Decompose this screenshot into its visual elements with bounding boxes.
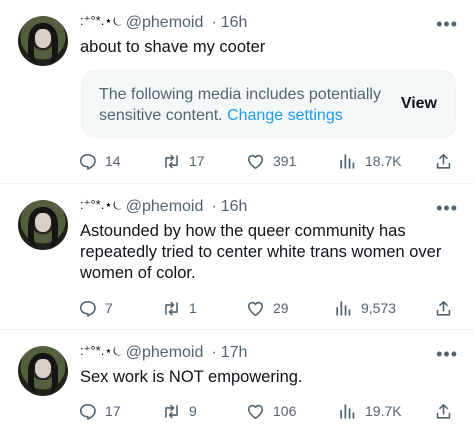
separator: · [211, 344, 217, 361]
action-bar: 17 9 106 19.7K [78, 400, 458, 422]
views-count: 9,573 [361, 300, 397, 316]
timeline: :⁺°*.⋆⏾ @phemoid · 16h ••• about to shav… [0, 0, 474, 437]
separator: · [211, 14, 217, 31]
reply-count: 17 [105, 403, 121, 419]
views-icon [340, 153, 355, 169]
view-button[interactable]: View [401, 95, 437, 113]
reply-icon [79, 403, 96, 420]
views-button[interactable]: 9,573 [334, 297, 396, 319]
user-handle[interactable]: @phemoid [126, 344, 204, 362]
retweet-count: 9 [189, 403, 197, 419]
share-button[interactable] [434, 297, 461, 319]
reply-count: 7 [105, 300, 113, 316]
sensitive-media-message: The following media includes potentially… [99, 84, 389, 126]
more-icon[interactable]: ••• [436, 344, 458, 365]
change-settings-link[interactable]: Change settings [227, 107, 343, 124]
user-handle[interactable]: @phemoid [126, 198, 204, 216]
like-button[interactable]: 391 [246, 150, 296, 172]
separator: · [211, 198, 217, 215]
action-bar: 14 17 391 18.7K [78, 150, 458, 172]
like-count: 29 [273, 300, 289, 316]
reply-button[interactable]: 17 [78, 400, 121, 422]
like-button[interactable]: 106 [246, 400, 296, 422]
heart-icon [247, 404, 264, 419]
display-name[interactable]: :⁺°*.⋆⏾ [80, 197, 123, 213]
action-bar: 7 1 29 9,573 [78, 297, 458, 319]
views-icon [336, 300, 351, 316]
retweet-icon [165, 154, 178, 168]
display-name[interactable]: :⁺°*.⋆⏾ [80, 343, 123, 359]
share-button[interactable] [434, 400, 461, 422]
views-count: 18.7K [365, 153, 402, 169]
retweet-button[interactable]: 9 [162, 400, 197, 422]
retweet-button[interactable]: 1 [162, 297, 197, 319]
reply-button[interactable]: 7 [78, 297, 113, 319]
like-button[interactable]: 29 [246, 297, 289, 319]
share-icon [436, 153, 451, 169]
avatar[interactable] [18, 16, 68, 66]
tweet[interactable]: :⁺°*.⋆⏾ @phemoid · 16h ••• about to shav… [0, 0, 474, 184]
tweet[interactable]: :⁺°*.⋆⏾ @phemoid · 16h ••• Astounded by … [0, 184, 474, 330]
avatar[interactable] [18, 200, 68, 250]
views-button[interactable]: 18.7K [338, 150, 402, 172]
like-count: 391 [273, 153, 297, 169]
retweet-icon [165, 404, 178, 418]
tweet-text: Sex work is NOT empowering. [80, 368, 303, 386]
retweet-count: 1 [189, 300, 197, 316]
heart-icon [247, 301, 264, 316]
like-count: 106 [273, 403, 297, 419]
retweet-icon [165, 301, 178, 315]
reply-icon [79, 300, 96, 317]
views-icon [340, 403, 355, 419]
reply-button[interactable]: 14 [78, 150, 121, 172]
timestamp[interactable]: 17h [221, 344, 248, 362]
share-button[interactable] [434, 150, 461, 172]
display-name[interactable]: :⁺°*.⋆⏾ [80, 13, 123, 29]
reply-count: 14 [105, 153, 121, 169]
avatar[interactable] [18, 346, 68, 396]
tweet-header: :⁺°*.⋆⏾ @phemoid · 17h [80, 343, 248, 362]
user-handle[interactable]: @phemoid [126, 14, 204, 32]
more-icon[interactable]: ••• [436, 14, 458, 35]
reply-icon [79, 153, 96, 170]
tweet-header: :⁺°*.⋆⏾ @phemoid · 16h [80, 197, 248, 216]
share-icon [436, 403, 451, 419]
tweet-header: :⁺°*.⋆⏾ @phemoid · 16h [80, 13, 248, 32]
views-button[interactable]: 19.7K [338, 400, 402, 422]
views-count: 19.7K [365, 403, 402, 419]
share-icon [436, 300, 451, 316]
tweet-text: Astounded by how the queer community has… [80, 222, 442, 282]
tweet-text: about to shave my cooter [80, 38, 266, 56]
retweet-count: 17 [189, 153, 205, 169]
more-icon[interactable]: ••• [436, 198, 458, 219]
sensitive-media-warning: The following media includes potentially… [81, 70, 456, 138]
tweet[interactable]: :⁺°*.⋆⏾ @phemoid · 17h ••• Sex work is N… [0, 330, 474, 437]
timestamp[interactable]: 16h [221, 14, 248, 32]
timestamp[interactable]: 16h [221, 198, 248, 216]
heart-icon [247, 154, 264, 169]
retweet-button[interactable]: 17 [162, 150, 205, 172]
